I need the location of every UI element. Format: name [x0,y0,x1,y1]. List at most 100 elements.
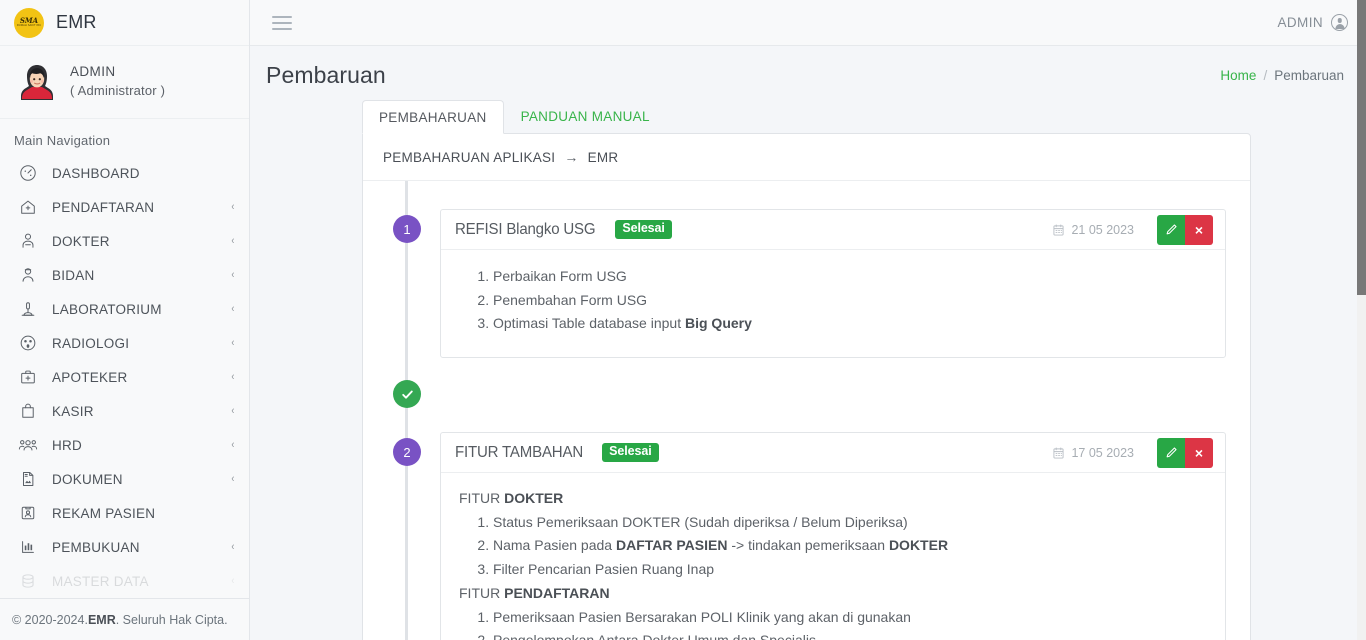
topbar-user-label: ADMIN [1277,15,1323,30]
panel-heading: PEMBAHARUAN APLIKASI → EMR [363,134,1250,181]
tab-label: PANDUAN MANUAL [520,108,650,124]
footer-brand: EMR [87,612,116,627]
list-item-text: Pemeriksaan Pasien Bersarakan POLI Klini… [493,608,911,625]
nav-section-header: Main Navigation [14,133,111,149]
footer-copyright-suffix: . Seluruh Hak Cipta. [115,612,228,627]
timeline-marker-check [393,380,421,409]
sidebar-item-label: MASTER DATA [52,573,149,589]
sidebar-item-label: DOKTER [52,233,110,249]
doctor-icon [18,231,38,251]
timeline-marker-label: 2 [403,444,411,460]
list-item-text: Status Pemeriksaan DOKTER (Sudah diperik… [493,513,908,530]
update-actions: × [1157,210,1225,249]
chevron-left-icon: ‹ [231,438,235,451]
bookkeeping-icon [18,537,38,557]
chevron-left-icon: ‹ [231,472,235,485]
sidebar-item-label: RADIOLOGI [52,335,130,351]
sidebar-item-pembukuan[interactable]: PEMBUKUAN ‹ [0,530,249,564]
list-item: Perbaikan Form USG [493,266,1207,288]
tab-panduan-manual[interactable]: PANDUAN MANUAL [504,99,667,133]
update-timeline: 1 REFISI Blangko USG Selesai 21 05 2023 … [363,181,1250,640]
sidebar-item-dashboard[interactable]: DASHBOARD [0,156,249,190]
sidebar-item-label: APOTEKER [52,369,128,385]
update-body: FITUR DOKTER Status Pemeriksaan DOKTER (… [441,473,1225,640]
timeline-marker-label: 1 [403,221,411,237]
chevron-left-icon: ‹ [231,574,235,587]
sidebar-item-label: BIDAN [52,267,95,283]
update-card: REFISI Blangko USG Selesai 21 05 2023 × … [440,209,1226,359]
panel-heading-right: EMR [587,149,619,165]
breadcrumb: Home / Pembaruan [1220,68,1344,83]
update-card: FITUR TAMBAHAN Selesai 17 05 2023 × FITU… [440,432,1226,640]
sidebar-item-label: HRD [52,437,82,453]
breadcrumb-home-link[interactable]: Home [1220,68,1256,83]
content-header: Pembaruan Home / Pembaruan [250,46,1366,99]
update-date-text: 21 05 2023 [1071,222,1134,237]
chevron-left-icon: ‹ [231,234,235,247]
tab-panel: PEMBAHARUAN APLIKASI → EMR 1 REFISI Blan… [362,133,1251,640]
edit-button[interactable] [1157,437,1185,468]
sidebar-item-label: PEMBUKUAN [52,539,140,555]
pencil-icon [1166,447,1177,458]
page-scrollbar[interactable] [1357,0,1366,640]
timeline-marker-number: 2 [393,438,421,467]
pencil-icon [1166,224,1177,235]
tab-label: PEMBAHARUAN [379,109,487,125]
logo-subtext: RUMAH SAKIT IBU [16,24,42,27]
edit-button[interactable] [1157,214,1185,245]
sidebar-item-dokter[interactable]: DOKTER ‹ [0,224,249,258]
user-role: ( Administrator ) [70,82,166,98]
chevron-left-icon: ‹ [231,540,235,553]
topbar-user-menu[interactable]: ADMIN [1277,14,1348,31]
document-icon [18,469,38,489]
sidebar-item-bidan[interactable]: BIDAN ‹ [0,258,249,292]
timeline-entry: 2 FITUR TAMBAHAN Selesai 17 05 2023 × FI… [385,432,1226,640]
database-icon [18,571,38,591]
list-item: Filter Pencarian Pasien Ruang Inap [493,559,1207,581]
list-item: Pemeriksaan Pasien Bersarakan POLI Klini… [493,607,1207,629]
content-wrapper: PEMBAHARUAN PANDUAN MANUAL PEMBAHARUAN A… [250,99,1366,640]
chevron-left-icon: ‹ [231,404,235,417]
radiology-icon [18,333,38,353]
list-item-emphasis: DAFTAR PASIEN [615,537,728,554]
sidebar-item-label: LABORATORIUM [52,301,162,317]
sidebar-item-kasir[interactable]: KASIR ‹ [0,394,249,428]
tab-pembaharuan[interactable]: PEMBAHARUAN [362,100,504,134]
sidebar-item-radiologi[interactable]: RADIOLOGI ‹ [0,326,249,360]
sidebar-item-laboratorium[interactable]: LABORATORIUM ‹ [0,292,249,326]
emr-logo-icon: SMA RUMAH SAKIT IBU [14,7,44,38]
sidebar-item-hrd[interactable]: HRD ‹ [0,428,249,462]
delete-button[interactable]: × [1185,437,1213,468]
sidebar-item-label: DASHBOARD [52,165,140,181]
update-date-text: 17 05 2023 [1071,445,1134,460]
list-item-text: Perbaikan Form USG [493,268,627,284]
patient-record-icon [18,503,38,523]
list-item-text: Nama Pasien pada [493,537,616,554]
sidebar-item-apoteker[interactable]: APOTEKER ‹ [0,360,249,394]
list-item-emphasis: Big Query [684,315,752,332]
status-badge: Selesai [602,443,659,462]
sidebar-item-dokumen[interactable]: DOKUMEN ‹ [0,462,249,496]
list-item: Optimasi Table database input Big Query [493,313,1207,335]
list-item: Nama Pasien pada DAFTAR PASIEN -> tindak… [493,535,1207,557]
scrollbar-thumb[interactable] [1357,0,1366,295]
sidebar-item-rekam-pasien[interactable]: REKAM PASIEN [0,496,249,530]
footer-copyright-prefix: © 2020-2024. [12,612,88,627]
delete-button[interactable]: × [1185,214,1213,245]
topbar: ADMIN [250,0,1366,46]
timeline-check-row [385,380,1226,409]
update-actions: × [1157,433,1225,472]
list-item-text: Penembahan Form USG [493,291,648,308]
list-item-text: Pengelompokan Antara Dokter Umum dan Spe… [493,632,816,640]
sidebar-item-pendaftaran[interactable]: PENDAFTARAN ‹ [0,190,249,224]
update-body: Perbaikan Form USG Penembahan Form USG O… [441,250,1225,357]
list-item-emphasis-2: DOKTER [888,537,949,554]
pharmacy-icon [18,367,38,387]
hamburger-icon[interactable] [272,15,292,30]
update-date: 21 05 2023 [1053,223,1134,237]
brand-header[interactable]: SMA RUMAH SAKIT IBU EMR [0,0,249,46]
breadcrumb-current: Pembaruan [1274,68,1344,83]
user-panel[interactable]: ADMIN ( Administrator ) [0,46,249,120]
sidebar-item-master-data[interactable]: MASTER DATA ‹ [0,564,249,598]
check-icon [401,390,413,399]
